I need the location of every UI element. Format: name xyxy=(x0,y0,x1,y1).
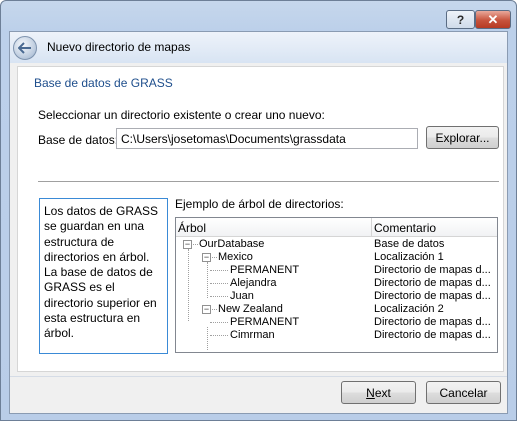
back-arrow-icon xyxy=(18,42,31,54)
title-bar: ? ✕ xyxy=(1,1,516,31)
tree-row[interactable]: Juan Directorio de mapas d... xyxy=(176,290,497,303)
wizard-header: Nuevo directorio de mapas xyxy=(10,32,507,63)
section-title: Base de datos de GRASS xyxy=(34,76,173,90)
info-box: Los datos de GRASS se guardan en una est… xyxy=(39,198,168,354)
tree-caption: Ejemplo de árbol de directorios: xyxy=(175,197,344,211)
tree-item-comment: Base de datos xyxy=(374,238,445,250)
tree-collapse-icon[interactable]: − xyxy=(202,305,211,314)
tree-connector xyxy=(210,296,228,297)
content-panel: Base de datos de GRASS Seleccionar un di… xyxy=(17,66,504,372)
tree-item-name: New Zealand xyxy=(218,303,283,315)
tree-item-comment: Directorio de mapas d... xyxy=(374,329,491,341)
separator xyxy=(38,181,499,182)
tree-connector xyxy=(210,322,228,323)
tree-item-name: PERMANENT xyxy=(230,316,300,328)
help-button[interactable]: ? xyxy=(446,10,475,29)
tree-collapse-icon[interactable]: − xyxy=(202,253,211,262)
tree-row[interactable]: Alejandra Directorio de mapas d... xyxy=(176,277,497,290)
tree-connector xyxy=(207,327,208,350)
tree-rows: − OurDatabase Base de datos − Mexico Localiza… xyxy=(176,238,497,350)
close-button[interactable]: ✕ xyxy=(475,10,511,29)
tree-item-name: Juan xyxy=(230,290,254,302)
tree-item-name: PERMANENT xyxy=(230,264,300,276)
wizard-window: ? ✕ Nuevo directorio de mapas Base de da… xyxy=(0,0,517,421)
tree-item-comment: Directorio de mapas d... xyxy=(374,264,491,276)
tree-item-comment: Localización 2 xyxy=(374,303,444,315)
tree-item-name: OurDatabase xyxy=(199,238,265,250)
instruction-text: Seleccionar un directorio existente o cr… xyxy=(38,108,325,122)
footer-separator xyxy=(10,376,507,377)
browse-button[interactable]: Explorar... xyxy=(426,126,499,149)
example-tree[interactable]: Árbol Comentario − OurDatabase Base de dat… xyxy=(175,217,498,353)
wizard-title: Nuevo directorio de mapas xyxy=(47,40,191,54)
tree-item-comment: Directorio de mapas d... xyxy=(374,316,491,328)
tree-connector xyxy=(210,283,228,284)
column-header-tree[interactable]: Árbol xyxy=(176,218,372,237)
tree-row[interactable]: PERMANENT Directorio de mapas d... xyxy=(176,316,497,329)
tree-item-comment: Directorio de mapas d... xyxy=(374,290,491,302)
tree-connector xyxy=(193,244,198,245)
tree-item-name: Alejandra xyxy=(230,277,277,289)
cancel-button[interactable]: Cancelar xyxy=(426,381,501,404)
tree-item-name: Mexico xyxy=(218,251,253,263)
tree-connector xyxy=(188,249,189,321)
back-button[interactable] xyxy=(13,36,37,60)
tree-item-comment: Localización 1 xyxy=(374,251,444,263)
tree-row[interactable]: PERMANENT Directorio de mapas d... xyxy=(176,264,497,277)
tree-header: Árbol Comentario xyxy=(176,218,497,237)
next-mnemonic: N xyxy=(366,385,375,400)
tree-row[interactable]: − OurDatabase Base de datos xyxy=(176,238,497,251)
tree-row[interactable]: Cimrman Directorio de mapas d... xyxy=(176,329,497,342)
database-path-input[interactable]: C:\Users\josetomas\Documents\grassdata xyxy=(116,128,418,149)
tree-connector xyxy=(207,262,208,298)
next-label: ext xyxy=(374,385,391,400)
wizard-client: Nuevo directorio de mapas Base de datos … xyxy=(9,31,508,414)
database-label: Base de datos: xyxy=(38,133,119,147)
tree-connector xyxy=(210,335,228,336)
tree-collapse-icon[interactable]: − xyxy=(183,240,192,249)
column-header-comment[interactable]: Comentario xyxy=(372,218,497,237)
tree-item-name: Cimrman xyxy=(230,329,275,341)
tree-row[interactable]: − Mexico Localización 1 xyxy=(176,251,497,264)
tree-item-comment: Directorio de mapas d... xyxy=(374,277,491,289)
tree-connector xyxy=(212,257,217,258)
tree-connector xyxy=(212,309,217,310)
next-button[interactable]: Next xyxy=(341,381,416,404)
tree-connector xyxy=(210,270,228,271)
tree-row[interactable]: − New Zealand Localización 2 xyxy=(176,303,497,316)
